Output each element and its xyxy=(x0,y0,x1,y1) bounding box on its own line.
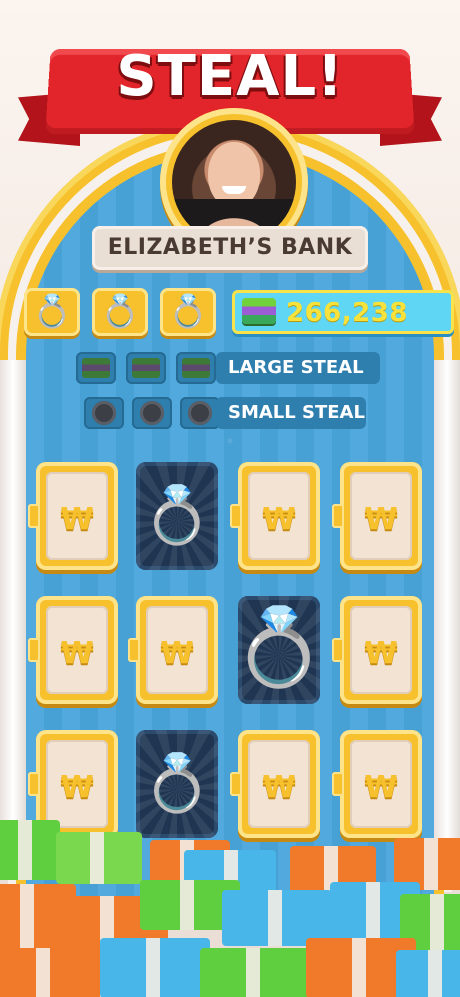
door-panel: ₩ xyxy=(146,606,208,694)
ring-icon: 💍 xyxy=(231,602,327,691)
door-hinge xyxy=(128,638,140,662)
won-symbol-icon: ₩ xyxy=(60,636,94,671)
cash-stack-blue xyxy=(396,950,460,997)
door-hinge xyxy=(332,638,344,662)
door-hinge xyxy=(28,504,40,528)
door-hinge xyxy=(28,772,40,796)
cash-bundle-icon xyxy=(132,358,160,378)
cash-stack-blue xyxy=(100,938,210,997)
won-symbol-icon: ₩ xyxy=(262,502,296,537)
cash-bundle-icon xyxy=(242,298,276,324)
cash-stack-green xyxy=(200,948,310,997)
avatar-face xyxy=(208,142,260,208)
door-panel: ₩ xyxy=(248,740,310,828)
vault-door[interactable]: ₩ xyxy=(28,462,118,570)
won-symbol-icon: ₩ xyxy=(364,636,398,671)
cash-bundle-icon xyxy=(182,358,210,378)
opened-vault-door-highlight: 💍 xyxy=(232,596,326,704)
door-hinge xyxy=(332,772,344,796)
door-panel: ₩ xyxy=(46,606,108,694)
ring-slot-1: 💍 xyxy=(24,288,80,336)
door-hinge xyxy=(332,504,344,528)
left-pillar xyxy=(0,360,26,880)
won-symbol-icon: ₩ xyxy=(364,502,398,537)
bank-owner-label: ELIZABETH’S BANK xyxy=(107,235,353,260)
cash-bundle-icon xyxy=(82,358,110,378)
coin-icon xyxy=(140,401,164,425)
ring-slot-2: 💍 xyxy=(92,288,148,336)
won-symbol-icon: ₩ xyxy=(160,636,194,671)
large-steal-slot-1 xyxy=(76,352,116,384)
banner-title: STEAL! xyxy=(116,44,344,109)
steal-progress-bar: 💍 💍 💍 266,238 xyxy=(24,288,454,338)
vault-door[interactable]: ₩ xyxy=(332,462,422,570)
ring-slot-3: 💍 xyxy=(160,288,216,336)
large-steal-row: LARGE STEAL xyxy=(76,352,380,384)
small-steal-slot-2 xyxy=(132,397,172,429)
ring-icon: 💍 xyxy=(168,292,208,330)
door-hinge xyxy=(230,772,242,796)
small-steal-label: SMALL STEAL xyxy=(216,397,366,429)
cash-stack-green xyxy=(0,820,60,880)
cash-stack-orange xyxy=(0,948,100,997)
ring-icon: 💍 xyxy=(100,292,140,330)
door-panel: ₩ xyxy=(46,472,108,560)
door-hinge xyxy=(28,638,40,662)
door-panel: ₩ xyxy=(350,606,412,694)
large-steal-slot-2 xyxy=(126,352,166,384)
ring-icon: 💍 xyxy=(142,483,212,548)
ring-icon: 💍 xyxy=(142,751,212,816)
door-panel: ₩ xyxy=(46,740,108,828)
right-pillar xyxy=(434,360,460,880)
won-symbol-icon: ₩ xyxy=(60,502,94,537)
bank-name-plate: ELIZABETH’S BANK xyxy=(92,226,368,270)
large-steal-slot-3 xyxy=(176,352,216,384)
cash-stack-green xyxy=(56,832,142,884)
door-hinge xyxy=(230,504,242,528)
small-steal-slot-1 xyxy=(84,397,124,429)
cash-total-value: 266,238 xyxy=(286,298,408,328)
door-panel: ₩ xyxy=(248,472,310,560)
cash-total-pill: 266,238 xyxy=(232,290,454,334)
coin-icon xyxy=(188,401,212,425)
vault-door[interactable]: ₩ xyxy=(230,462,320,570)
won-symbol-icon: ₩ xyxy=(262,770,296,805)
money-pile xyxy=(0,820,460,997)
small-steal-slot-3 xyxy=(180,397,220,429)
large-steal-label: LARGE STEAL xyxy=(216,352,380,384)
small-steal-row: SMALL STEAL xyxy=(84,397,366,429)
coin-icon xyxy=(92,401,116,425)
opened-vault-door: 💍 xyxy=(136,462,218,570)
door-panel: ₩ xyxy=(350,740,412,828)
vault-door[interactable]: ₩ xyxy=(128,596,218,704)
door-panel: ₩ xyxy=(350,472,412,560)
won-symbol-icon: ₩ xyxy=(364,770,398,805)
vault-door[interactable]: ₩ xyxy=(332,596,422,704)
vault-door[interactable]: ₩ xyxy=(28,596,118,704)
won-symbol-icon: ₩ xyxy=(60,770,94,805)
ring-icon: 💍 xyxy=(32,292,72,330)
